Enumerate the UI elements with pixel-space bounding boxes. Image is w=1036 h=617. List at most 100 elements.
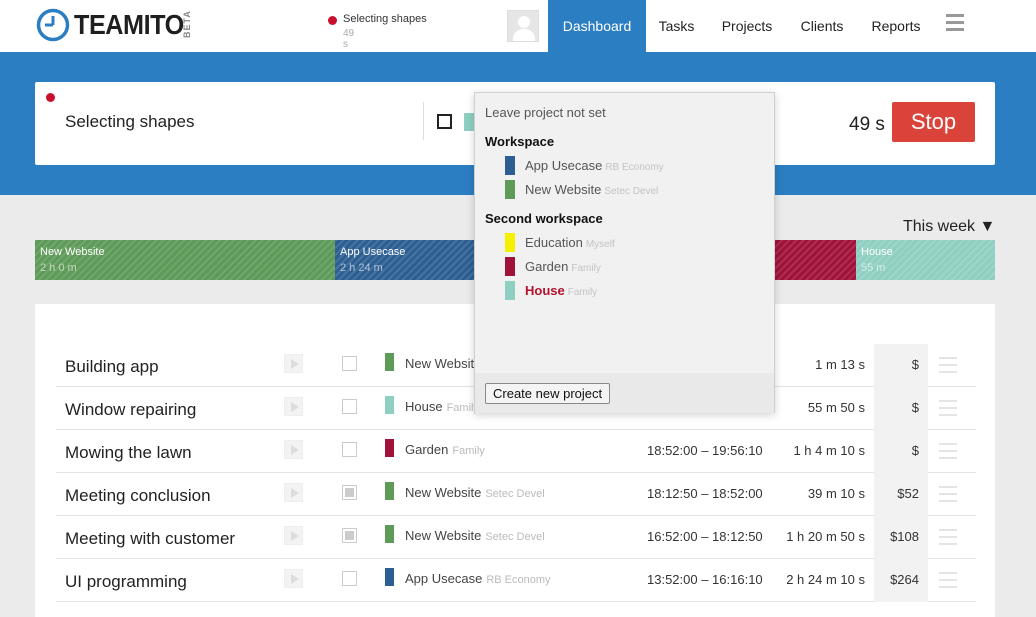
mini-timer-time: 49 s [343,28,355,50]
nav-reports[interactable]: Reports [857,0,935,52]
billable-checkbox[interactable] [342,571,357,586]
project-color-swatch [505,156,515,175]
entry-task-name[interactable]: UI programming [65,572,187,592]
workspace-group-title: Second workspace [485,211,603,226]
billable-checkbox[interactable] [342,356,357,371]
project-option-client: RB Economy [605,162,664,173]
project-color-swatch [505,180,515,199]
recording-dot-icon [328,16,337,25]
entry-menu-icon[interactable] [939,529,957,550]
entry-project-name[interactable]: New Website [405,356,481,371]
entry-client-name: Setec Devel [485,488,545,500]
timer-task-name[interactable]: Selecting shapes [65,112,194,132]
project-color-swatch [505,233,515,252]
nav-tasks[interactable]: Tasks [646,0,707,52]
entry-cost: $108 [874,516,928,559]
project-color-swatch [385,525,394,543]
play-icon[interactable] [284,440,303,459]
entry-client-name: Setec Devel [485,531,545,543]
week-selector[interactable]: This week ▼ [903,218,995,236]
entry-duration: 1 m 13 s [815,357,865,372]
entry-project-name[interactable]: New Website [405,485,481,500]
entry-cost: $52 [874,473,928,516]
project-color-swatch [505,257,515,276]
billable-checkbox[interactable] [342,528,357,543]
entry-project-name[interactable]: House [405,399,443,414]
entry-project-name[interactable]: App Usecase [405,571,482,586]
play-icon[interactable] [284,526,303,545]
mini-timer-name: Selecting shapes [343,13,427,25]
entry-client-name: Family [452,445,485,457]
entry-time-range[interactable]: 18:52:00 – 19:56:10 [647,443,763,458]
billable-checkbox[interactable] [342,442,357,457]
entry-project-name[interactable]: Garden [405,442,448,457]
project-bar-segment[interactable] [774,240,856,280]
time-entry-row[interactable]: Mowing the lawn Garden Family 18:52:00 – 19… [56,430,976,473]
segment-name: New Website [40,246,105,258]
project-option-name: App Usecase [525,158,603,173]
entry-duration: 39 m 10 s [807,486,865,501]
segment-name: App Usecase [340,246,406,258]
entry-cost: $ [874,387,928,430]
billable-checkbox[interactable] [342,485,357,500]
entry-time-range[interactable]: 13:52:00 – 16:16:10 [647,572,763,587]
stop-button[interactable]: Stop [892,102,975,142]
clock-logo-icon [36,8,70,42]
main-menu-icon[interactable] [946,14,964,35]
entry-menu-icon[interactable] [939,357,957,378]
entry-duration: 55 m 50 s [807,400,865,415]
entry-task-name[interactable]: Meeting conclusion [65,486,211,506]
time-entry-row[interactable]: Meeting with customer New Website Setec De… [56,516,976,559]
project-color-swatch [385,568,394,586]
play-icon[interactable] [284,397,303,416]
entry-cost: $ [874,430,928,473]
create-project-button[interactable]: Create new project [485,383,611,404]
billable-checkbox[interactable] [342,399,357,414]
nav-projects[interactable]: Projects [707,0,787,52]
workspace-group-title: Workspace [485,134,555,149]
entry-task-name[interactable]: Mowing the lawn [65,443,192,463]
entry-task-name[interactable]: Window repairing [65,400,196,420]
billable-checkbox[interactable] [437,114,452,129]
play-icon[interactable] [284,483,303,502]
project-option-client: Setec Devel [604,186,659,197]
entry-project-name[interactable]: New Website [405,528,481,543]
entry-time-range[interactable]: 16:52:00 – 18:12:50 [647,529,763,544]
segment-duration: 2 h 24 m [340,262,383,274]
time-entry-row[interactable]: Meeting conclusion New Website Setec Devel… [56,473,976,516]
project-color-swatch [505,281,515,300]
user-avatar[interactable] [507,10,539,42]
nav-clients[interactable]: Clients [787,0,857,52]
project-color-swatch [385,439,394,457]
project-bar-segment[interactable]: App Usecase 2 h 24 m [335,240,475,280]
logo-text: TEAMITO [74,9,184,40]
entry-menu-icon[interactable] [939,443,957,464]
play-icon[interactable] [284,569,303,588]
play-icon[interactable] [284,354,303,373]
recording-dot-icon [46,93,55,102]
time-entry-row[interactable]: UI programming App Usecase RB Economy 13:52… [56,559,976,602]
timer-divider [423,102,424,140]
timer-project-color[interactable] [464,113,474,131]
entry-menu-icon[interactable] [939,572,957,593]
nav-dashboard[interactable]: Dashboard [548,0,646,52]
entry-menu-icon[interactable] [939,486,957,507]
entry-cost: $264 [874,559,928,602]
project-option-name: House [525,283,565,298]
entry-menu-icon[interactable] [939,400,957,421]
top-bar: TEAMITO BETA Selecting shapes 49 s Dashb… [0,0,1036,52]
entry-cost: $ [874,344,928,387]
project-color-swatch [385,396,394,414]
project-bar-segment[interactable]: New Website 2 h 0 m [35,240,335,280]
caret-down-icon: ▼ [979,218,996,235]
leave-project-unset-option[interactable]: Leave project not set [485,105,606,120]
entry-task-name[interactable]: Meeting with customer [65,529,235,549]
entry-task-name[interactable]: Building app [65,357,159,377]
entry-duration: 1 h 20 m 50 s [786,529,865,544]
avatar-body-icon [513,29,535,41]
logo[interactable]: TEAMITO [36,8,196,42]
entry-duration: 1 h 4 m 10 s [793,443,865,458]
entry-time-range[interactable]: 18:12:50 – 18:52:00 [647,486,763,501]
project-bar-segment[interactable]: House 55 m [856,240,995,280]
project-option-name: Education [525,235,583,250]
